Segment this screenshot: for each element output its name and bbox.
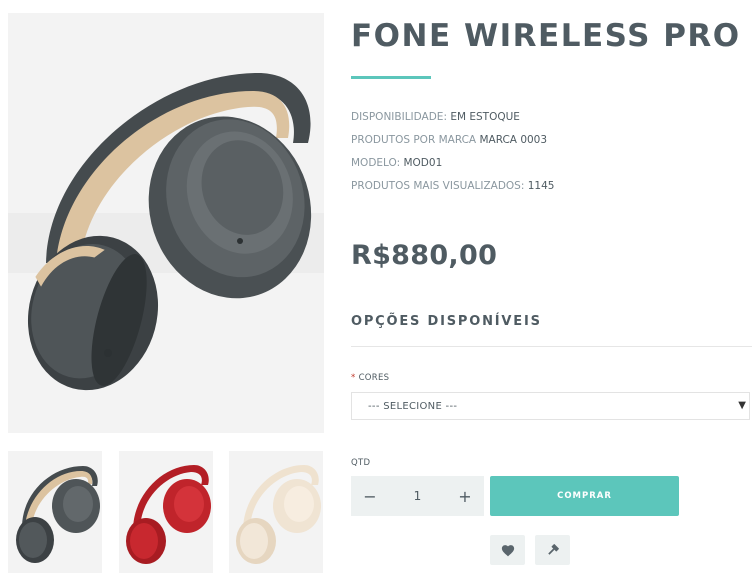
gavel-icon — [547, 544, 559, 555]
main-product-image[interactable] — [8, 13, 324, 433]
thumbnail-gray-headphones[interactable] — [8, 451, 102, 573]
qty-label: QTD — [351, 458, 371, 468]
spec-value: 1145 — [527, 180, 555, 192]
spec-model: MODELO: MOD01 — [351, 157, 442, 169]
qty-decrease-button[interactable]: − — [351, 476, 389, 516]
title-underline — [351, 76, 431, 79]
options-heading: OPÇÕES DISPONÍVEIS — [351, 314, 542, 329]
product-title: FONE WIRELESS PRO — [351, 18, 741, 54]
spec-value[interactable]: MARCA 0003 — [479, 134, 547, 146]
heart-icon — [501, 544, 514, 556]
cores-label: * CORES — [351, 373, 389, 383]
spec-availability: DISPONIBILIDADE: EM ESTOQUE — [351, 111, 520, 123]
qty-input[interactable]: 1 — [389, 476, 446, 516]
spec-most-viewed: PRODUTOS MAIS VISUALIZADOS: 1145 — [351, 180, 554, 192]
spec-brand: PRODUTOS POR MARCA MARCA 0003 — [351, 134, 547, 146]
spec-label: MODELO: — [351, 157, 401, 169]
wishlist-button[interactable] — [490, 535, 525, 565]
options-divider — [351, 346, 752, 347]
buy-button[interactable]: COMPRAR — [490, 476, 679, 516]
caret-down-icon: ▼ — [738, 400, 746, 411]
spec-value: EM ESTOQUE — [450, 111, 520, 123]
thumbnail-red-headphones[interactable] — [119, 451, 213, 573]
thumbnail-cream-headphones[interactable] — [229, 451, 323, 573]
color-select[interactable]: --- SELECIONE --- ▼ — [351, 392, 750, 420]
product-price: R$880,00 — [351, 240, 498, 271]
spec-label: PRODUTOS MAIS VISUALIZADOS: — [351, 180, 525, 192]
spec-label: DISPONIBILIDADE: — [351, 111, 447, 123]
spec-label: PRODUTOS POR MARCA — [351, 134, 477, 146]
spec-value: MOD01 — [403, 157, 443, 169]
cores-label-text: CORES — [358, 373, 390, 383]
compare-button[interactable] — [535, 535, 570, 565]
color-select-value: --- SELECIONE --- — [368, 401, 458, 412]
qty-increase-button[interactable]: + — [446, 476, 484, 516]
required-mark: * — [351, 373, 356, 383]
